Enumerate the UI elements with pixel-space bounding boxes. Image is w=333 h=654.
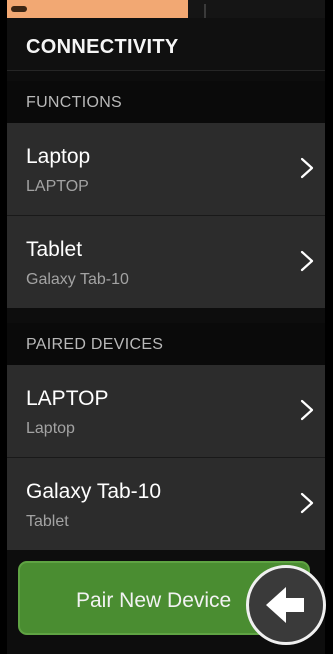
status-indicator-icon xyxy=(11,6,27,12)
status-divider xyxy=(204,4,206,18)
list-item-subtitle: Tablet xyxy=(26,513,69,530)
list-item-paired-laptop[interactable]: LAPTOP Laptop xyxy=(7,365,325,458)
arrow-left-icon xyxy=(266,587,304,623)
status-strip xyxy=(7,0,325,18)
list-item-function-laptop[interactable]: Laptop LAPTOP xyxy=(7,123,325,216)
section-label-paired-devices: PAIRED DEVICES xyxy=(26,336,164,353)
page-header: CONNECTIVITY xyxy=(7,18,325,71)
list-item-subtitle: Laptop xyxy=(26,420,75,437)
list-item-paired-galaxy-tab[interactable]: Galaxy Tab-10 Tablet xyxy=(7,458,325,550)
list-item-subtitle: Galaxy Tab-10 xyxy=(26,271,129,288)
page-title: CONNECTIVITY xyxy=(26,36,179,58)
list-item-subtitle: LAPTOP xyxy=(26,178,89,195)
back-button[interactable] xyxy=(246,565,326,645)
app-frame: CONNECTIVITY FUNCTIONS Laptop LAPTOP Tab… xyxy=(7,0,325,654)
list-item-function-tablet[interactable]: Tablet Galaxy Tab-10 xyxy=(7,216,325,308)
list-item-title: Tablet xyxy=(26,238,83,261)
chevron-right-icon xyxy=(300,399,314,421)
pair-new-device-label: Pair New Device xyxy=(76,589,232,612)
list-item-title: Laptop xyxy=(26,145,91,168)
chevron-right-icon xyxy=(300,492,314,514)
section-header-paired-devices: PAIRED DEVICES xyxy=(7,323,325,365)
section-label-functions: FUNCTIONS xyxy=(26,94,123,111)
chevron-right-icon xyxy=(300,157,314,179)
status-progress-bar xyxy=(7,0,189,18)
list-item-title: LAPTOP xyxy=(26,387,109,410)
list-item-title: Galaxy Tab-10 xyxy=(26,480,162,503)
chevron-right-icon xyxy=(300,250,314,272)
section-header-functions: FUNCTIONS xyxy=(7,81,325,123)
